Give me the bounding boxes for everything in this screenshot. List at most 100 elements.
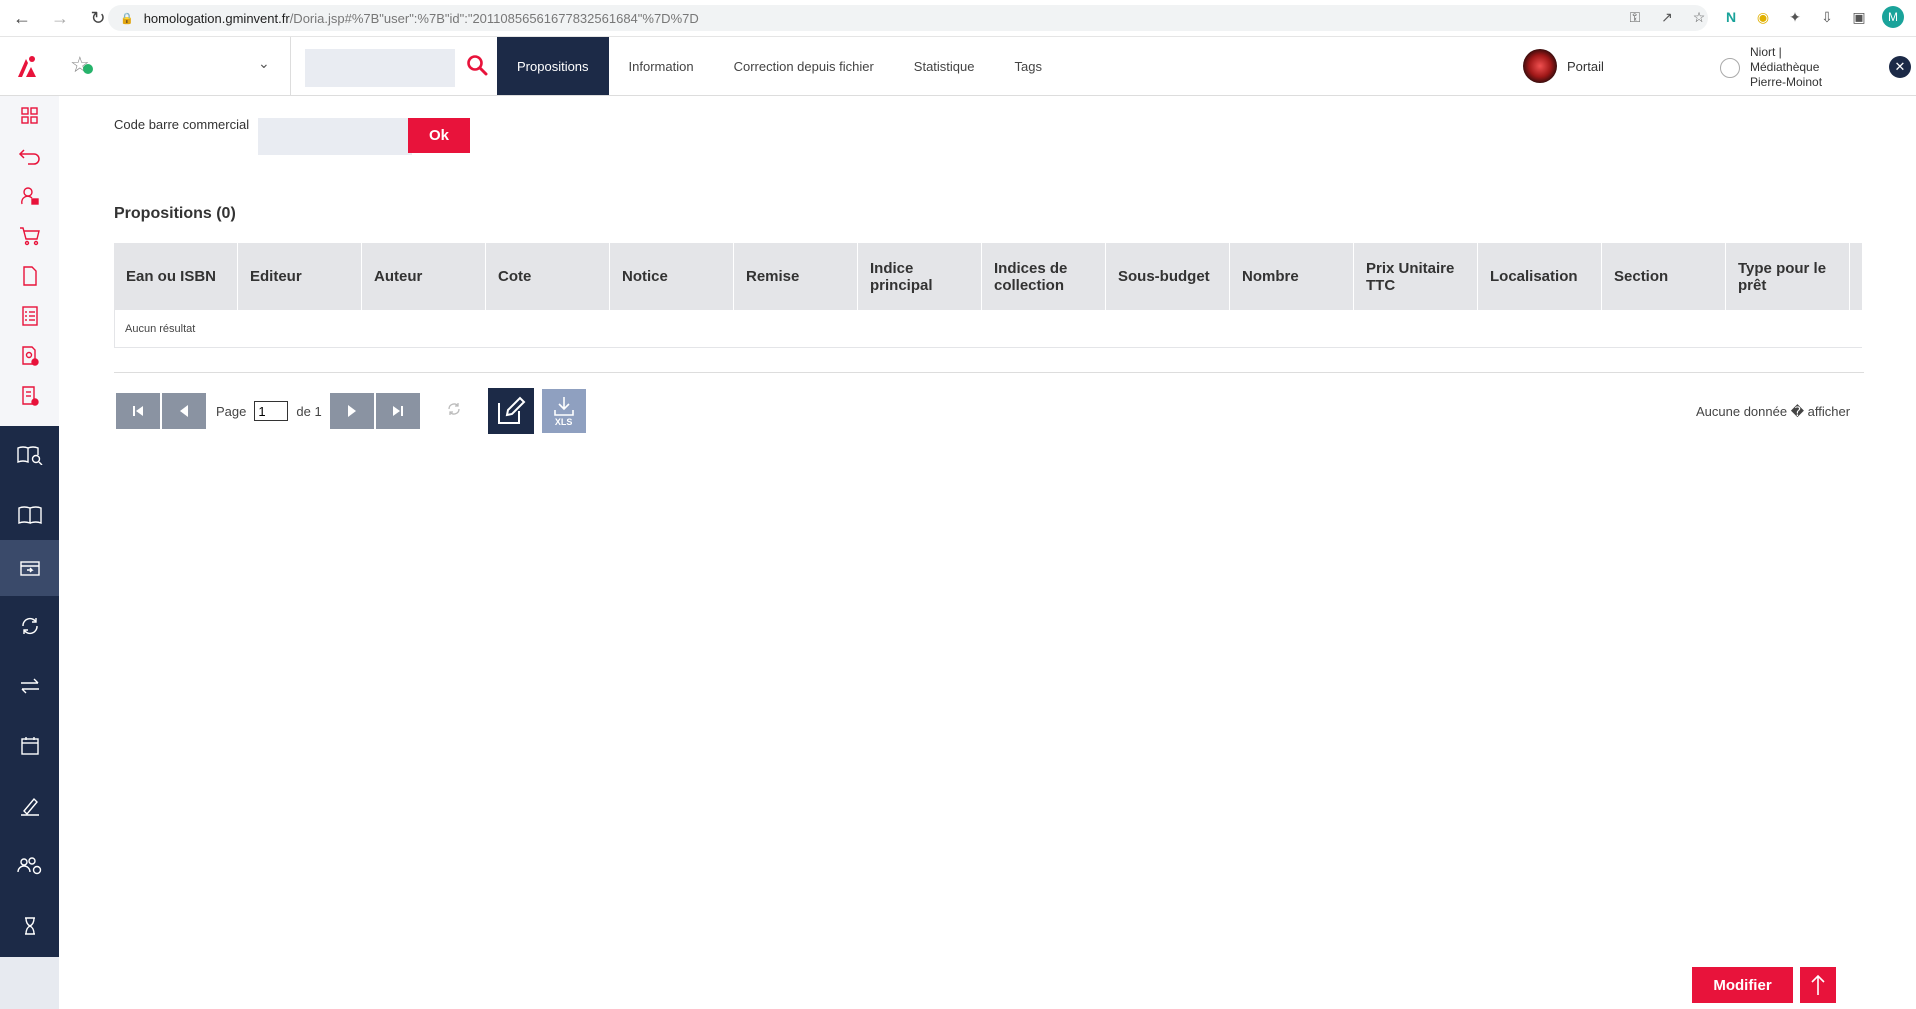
library-line1: Niort |: [1750, 45, 1782, 59]
favorite-star-icon[interactable]: ☆: [70, 52, 93, 78]
last-page-button[interactable]: [375, 393, 420, 429]
extension-n-icon[interactable]: N: [1722, 9, 1740, 25]
library-selector[interactable]: Niort | Médiathèque Pierre-Moinot: [1720, 45, 1822, 90]
tab-tags[interactable]: Tags: [994, 37, 1061, 95]
first-page-icon: [133, 406, 143, 416]
arrow-up-icon: [1811, 974, 1825, 995]
check-badge-icon: [83, 64, 93, 74]
xls-label: XLS: [554, 417, 573, 427]
sidebar-item-book-search[interactable]: [0, 430, 59, 480]
column-header[interactable]: Prix Unitaire TTC: [1354, 243, 1478, 310]
sidebar-item-users-settings[interactable]: [0, 836, 59, 896]
book-search-icon: [16, 446, 42, 465]
sidebar-item-checklist[interactable]: [0, 296, 59, 336]
edit-button[interactable]: [487, 388, 534, 434]
next-page-button[interactable]: [329, 393, 374, 429]
tab-correction[interactable]: Correction depuis fichier: [714, 37, 894, 95]
sidebar-item-cart[interactable]: [0, 216, 59, 256]
column-header[interactable]: Localisation: [1478, 243, 1602, 310]
sidebar-item-dashboard[interactable]: [0, 96, 59, 136]
prev-page-button[interactable]: [162, 393, 206, 429]
puzzle-icon[interactable]: ✦: [1786, 9, 1804, 26]
tab-propositions[interactable]: Propositions: [497, 37, 609, 95]
first-page-button[interactable]: [116, 393, 160, 429]
sidebar-item-document-edit[interactable]: [0, 376, 59, 416]
back-icon[interactable]: ←: [12, 8, 32, 29]
forward-icon[interactable]: →: [50, 8, 70, 29]
column-header[interactable]: Sous-budget: [1106, 243, 1230, 310]
chevron-down-icon[interactable]: ⌄: [258, 55, 270, 72]
users-settings-icon: [16, 857, 41, 875]
column-header[interactable]: Remise: [734, 243, 858, 310]
sidebar-item-document[interactable]: [0, 256, 59, 296]
profile-avatar[interactable]: M: [1882, 6, 1904, 28]
user-lock-icon: [20, 187, 39, 205]
hourglass-icon: [24, 917, 35, 935]
column-header[interactable]: Notice: [610, 243, 734, 310]
address-bar[interactable]: 🔒 homologation.gminvent.fr/Doria.jsp#%7B…: [108, 5, 1708, 31]
column-header[interactable]: Editeur: [238, 243, 362, 310]
empty-message: Aucun résultat: [114, 310, 1862, 348]
sidebar-item-book[interactable]: [0, 490, 59, 540]
browser-toolbar: ← → ↻ 🔒 homologation.gminvent.fr/Doria.j…: [0, 0, 1916, 37]
sidebar: [0, 96, 59, 1009]
library-line3: Pierre-Moinot: [1750, 75, 1823, 89]
document-icon: [22, 266, 37, 286]
tab-statistique[interactable]: Statistique: [894, 37, 995, 95]
bookmark-star-icon[interactable]: ☆: [1690, 9, 1708, 26]
column-header[interactable]: Nombre: [1230, 243, 1354, 310]
download-icon: [553, 397, 574, 416]
export-xls-button[interactable]: XLS: [541, 389, 586, 433]
sidebar-item-transfer[interactable]: [0, 656, 59, 716]
column-header[interactable]: Type pour le prêt: [1726, 243, 1850, 310]
column-header[interactable]: Indice principal: [858, 243, 982, 310]
book-icon: [17, 506, 42, 525]
propositions-table: Ean ou ISBN Editeur Auteur Cote Notice R…: [114, 243, 1862, 348]
close-icon[interactable]: ✕: [1889, 56, 1911, 78]
globe-icon: [1720, 57, 1740, 78]
calendar-icon: [20, 737, 39, 755]
page-number-input[interactable]: [254, 401, 289, 421]
column-header[interactable]: Indices de collection: [982, 243, 1106, 310]
url-path: /Doria.jsp#%7B"user":%7B"id":"2011085656…: [289, 10, 699, 26]
tab-information[interactable]: Information: [609, 37, 714, 95]
sidebar-item-hourglass[interactable]: [0, 896, 59, 956]
main-tabs: Propositions Information Correction depu…: [497, 37, 1062, 95]
share-icon[interactable]: ↗: [1658, 9, 1676, 26]
dashboard-icon: [20, 107, 38, 124]
ok-button[interactable]: Ok: [408, 118, 470, 153]
barcode-input[interactable]: [258, 118, 412, 155]
reload-icon[interactable]: ↻: [88, 8, 108, 29]
sidebar-item-inbox[interactable]: [0, 540, 59, 596]
sidebar-item-signature[interactable]: [0, 776, 59, 836]
app-logo-icon[interactable]: [14, 53, 42, 79]
sidebar-item-calendar[interactable]: [0, 716, 59, 776]
page-count: de 1: [296, 403, 322, 419]
app-header: ☆ ⌄ Propositions Information Correction …: [0, 37, 1916, 96]
header-search-input[interactable]: [305, 49, 455, 87]
sidepanel-icon[interactable]: ▣: [1850, 9, 1868, 26]
sidebar-item-document-user[interactable]: [0, 336, 59, 376]
portail-logo: [1523, 49, 1557, 83]
barcode-label: Code barre commercial: [114, 117, 250, 132]
column-header[interactable]: Ean ou ISBN: [114, 243, 238, 310]
column-header[interactable]: Section: [1602, 243, 1726, 310]
edit-icon: [497, 396, 526, 424]
key-icon[interactable]: ⚿: [1626, 9, 1644, 26]
cart-icon: [19, 227, 40, 246]
portail-link[interactable]: Portail: [1523, 49, 1604, 83]
modify-button[interactable]: Modifier: [1692, 967, 1793, 1003]
column-header[interactable]: Cote: [486, 243, 610, 310]
sidebar-item-sync[interactable]: [0, 596, 59, 656]
extension-yellow-icon[interactable]: ◉: [1754, 9, 1772, 26]
sidebar-item-return[interactable]: [0, 136, 59, 176]
column-header[interactable]: Auteur: [362, 243, 486, 310]
sidebar-item-user-lock[interactable]: [0, 176, 59, 216]
next-page-icon: [347, 405, 356, 417]
download-icon[interactable]: ⇩: [1818, 9, 1836, 26]
page-label: Page: [216, 403, 247, 419]
scroll-top-button[interactable]: [1800, 967, 1836, 1003]
search-icon[interactable]: [466, 54, 488, 81]
refresh-icon[interactable]: [446, 401, 462, 422]
prev-page-icon: [180, 405, 188, 417]
